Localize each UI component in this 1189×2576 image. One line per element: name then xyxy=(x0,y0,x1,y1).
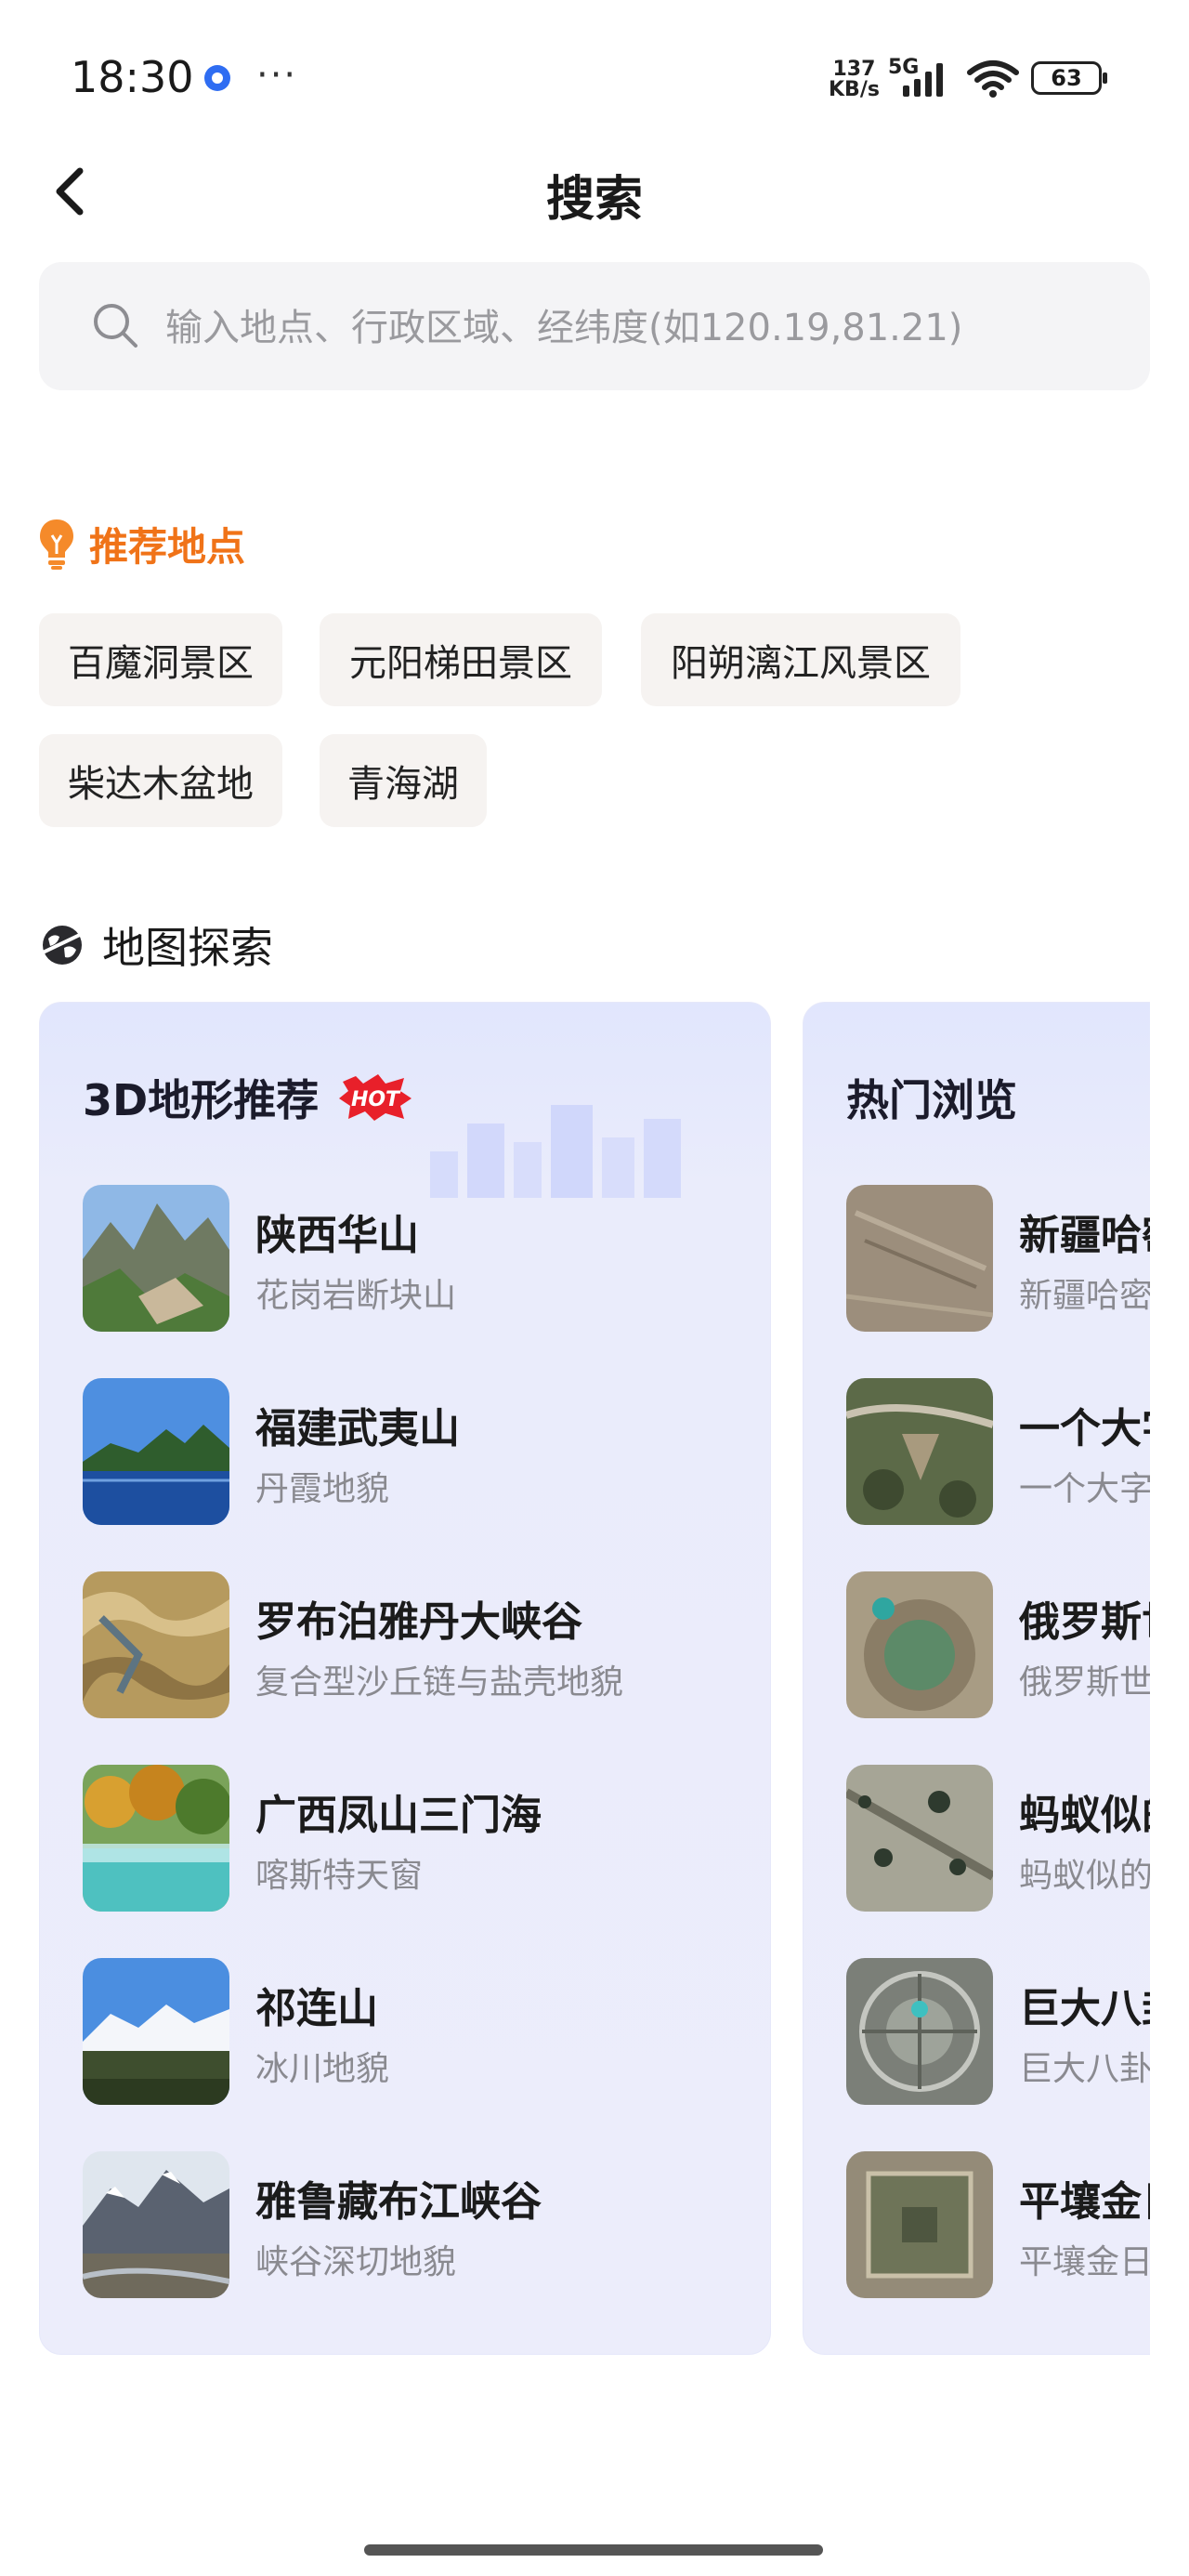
home-indicator[interactable] xyxy=(364,2544,823,2556)
item-desc: 一个大字 xyxy=(1019,1470,1154,1508)
item-name: 祁连山 xyxy=(255,1985,378,2032)
city-skyline-decoration xyxy=(430,1105,681,1198)
item-desc: 蚂蚁似的 xyxy=(1019,1857,1154,1895)
item-name: 雅鲁藏布江峡谷 xyxy=(255,2178,542,2226)
item-desc: 俄罗斯世 xyxy=(1019,1663,1154,1702)
terrain-list-item[interactable]: 福建武夷山 丹霞地貌 xyxy=(83,1378,770,1527)
wifi-icon xyxy=(967,60,1019,98)
globe-icon xyxy=(40,926,85,965)
lightbulb-icon xyxy=(40,519,73,570)
status-bar: 18:30 ··· 137 KB/s 5G 63 xyxy=(0,0,1189,149)
item-desc: 丹霞地貌 xyxy=(255,1470,390,1508)
thumbnail-image xyxy=(83,2151,229,2298)
page-title: 搜索 xyxy=(545,172,643,228)
terrain-list-item[interactable]: 罗布泊雅丹大峡谷 复合型沙丘链与盐壳地貌 xyxy=(83,1571,770,1720)
popular-browse-card: 热门浏览 新疆哈密 新疆哈密 一个大字 一个大字 俄罗斯世 俄罗斯世 蚂蚁似的 … xyxy=(803,1002,1189,2355)
terrain-list-item[interactable]: 陕西华山 花岗岩断块山 xyxy=(83,1185,770,1334)
hot-badge-text: HOT xyxy=(351,1088,401,1111)
item-name: 陕西华山 xyxy=(255,1212,419,1259)
popular-list-item[interactable]: 蚂蚁似的 蚂蚁似的 xyxy=(846,1765,1189,1913)
popular-list-item[interactable]: 巨大八卦 巨大八卦 xyxy=(846,1958,1189,2107)
terrain-card-title: 3D地形推荐 xyxy=(83,1067,319,1136)
thumbnail-image xyxy=(83,1765,229,1912)
status-time: 18:30 xyxy=(71,52,194,102)
popular-card-title: 热门浏览 xyxy=(846,1067,1017,1136)
battery-level: 63 xyxy=(1051,65,1082,91)
popular-list-item[interactable]: 一个大字 一个大字 xyxy=(846,1378,1189,1527)
thumbnail-image xyxy=(83,1958,229,2105)
network-speed-unit: KB/s xyxy=(829,78,880,101)
terrain-list-item[interactable]: 雅鲁藏布江峡谷 峡谷深切地貌 xyxy=(83,2151,770,2300)
item-desc: 复合型沙丘链与盐壳地貌 xyxy=(255,1663,624,1702)
recommended-chip[interactable]: 阳朔漓江风景区 xyxy=(641,613,960,706)
recommended-title: 推荐地点 xyxy=(89,523,246,570)
item-name: 罗布泊雅丹大峡谷 xyxy=(255,1598,582,1646)
item-desc: 花岗岩断块山 xyxy=(255,1277,457,1315)
search-input[interactable] xyxy=(163,290,1124,366)
item-desc: 平壤金日 xyxy=(1019,2243,1154,2281)
thumbnail-image xyxy=(846,1185,993,1332)
popular-list-item[interactable]: 俄罗斯世 俄罗斯世 xyxy=(846,1571,1189,1720)
thumbnail-image xyxy=(846,1571,993,1718)
recommended-section-title: 推荐地点 xyxy=(37,513,245,574)
terrain-list-item[interactable]: 广西凤山三门海 喀斯特天窗 xyxy=(83,1765,770,1913)
signal-icon xyxy=(903,63,943,97)
thumbnail-image xyxy=(83,1185,229,1332)
item-desc: 冰川地貌 xyxy=(255,2050,390,2088)
explore-title: 地图探索 xyxy=(102,923,273,973)
thumbnail-image xyxy=(846,1958,993,2105)
search-bar[interactable] xyxy=(39,262,1150,390)
item-name: 福建武夷山 xyxy=(255,1405,460,1452)
network-speed: 137 KB/s xyxy=(829,59,880,100)
thumbnail-image xyxy=(846,1765,993,1912)
recommended-chip[interactable]: 青海湖 xyxy=(320,734,487,827)
viewport-edge xyxy=(1150,985,1189,2379)
terrain-list-item[interactable]: 祁连山 冰川地貌 xyxy=(83,1958,770,2107)
recommended-chip[interactable]: 百魔洞景区 xyxy=(39,613,282,706)
popular-list-item[interactable]: 平壤金日 平壤金日 xyxy=(846,2151,1189,2300)
hot-badge-icon: HOT xyxy=(339,1074,412,1121)
explore-section-title: 地图探索 xyxy=(39,913,273,978)
item-desc: 新疆哈密 xyxy=(1019,1277,1154,1315)
item-desc: 巨大八卦 xyxy=(1019,2050,1154,2088)
thumbnail-image xyxy=(83,1378,229,1525)
recommended-chip[interactable]: 柴达木盆地 xyxy=(39,734,282,827)
thumbnail-image xyxy=(846,2151,993,2298)
network-speed-value: 137 xyxy=(832,58,876,81)
app-notification-icon xyxy=(204,65,230,91)
item-desc: 喀斯特天窗 xyxy=(255,1857,424,1895)
search-icon xyxy=(94,304,137,348)
thumbnail-image xyxy=(846,1378,993,1525)
terrain-recommend-card: 3D地形推荐 HOT 陕西华山 花岗岩断块山 福建武夷山 丹霞地貌 罗布泊雅丹大… xyxy=(39,1002,771,2355)
item-desc: 峡谷深切地貌 xyxy=(255,2243,457,2281)
popular-list-item[interactable]: 新疆哈密 新疆哈密 xyxy=(846,1185,1189,1334)
more-notifications-icon: ··· xyxy=(256,54,298,97)
battery-icon: 63 xyxy=(1031,61,1107,95)
item-name: 广西凤山三门海 xyxy=(255,1792,542,1839)
thumbnail-image xyxy=(83,1571,229,1718)
recommended-chip[interactable]: 元阳梯田景区 xyxy=(320,613,602,706)
